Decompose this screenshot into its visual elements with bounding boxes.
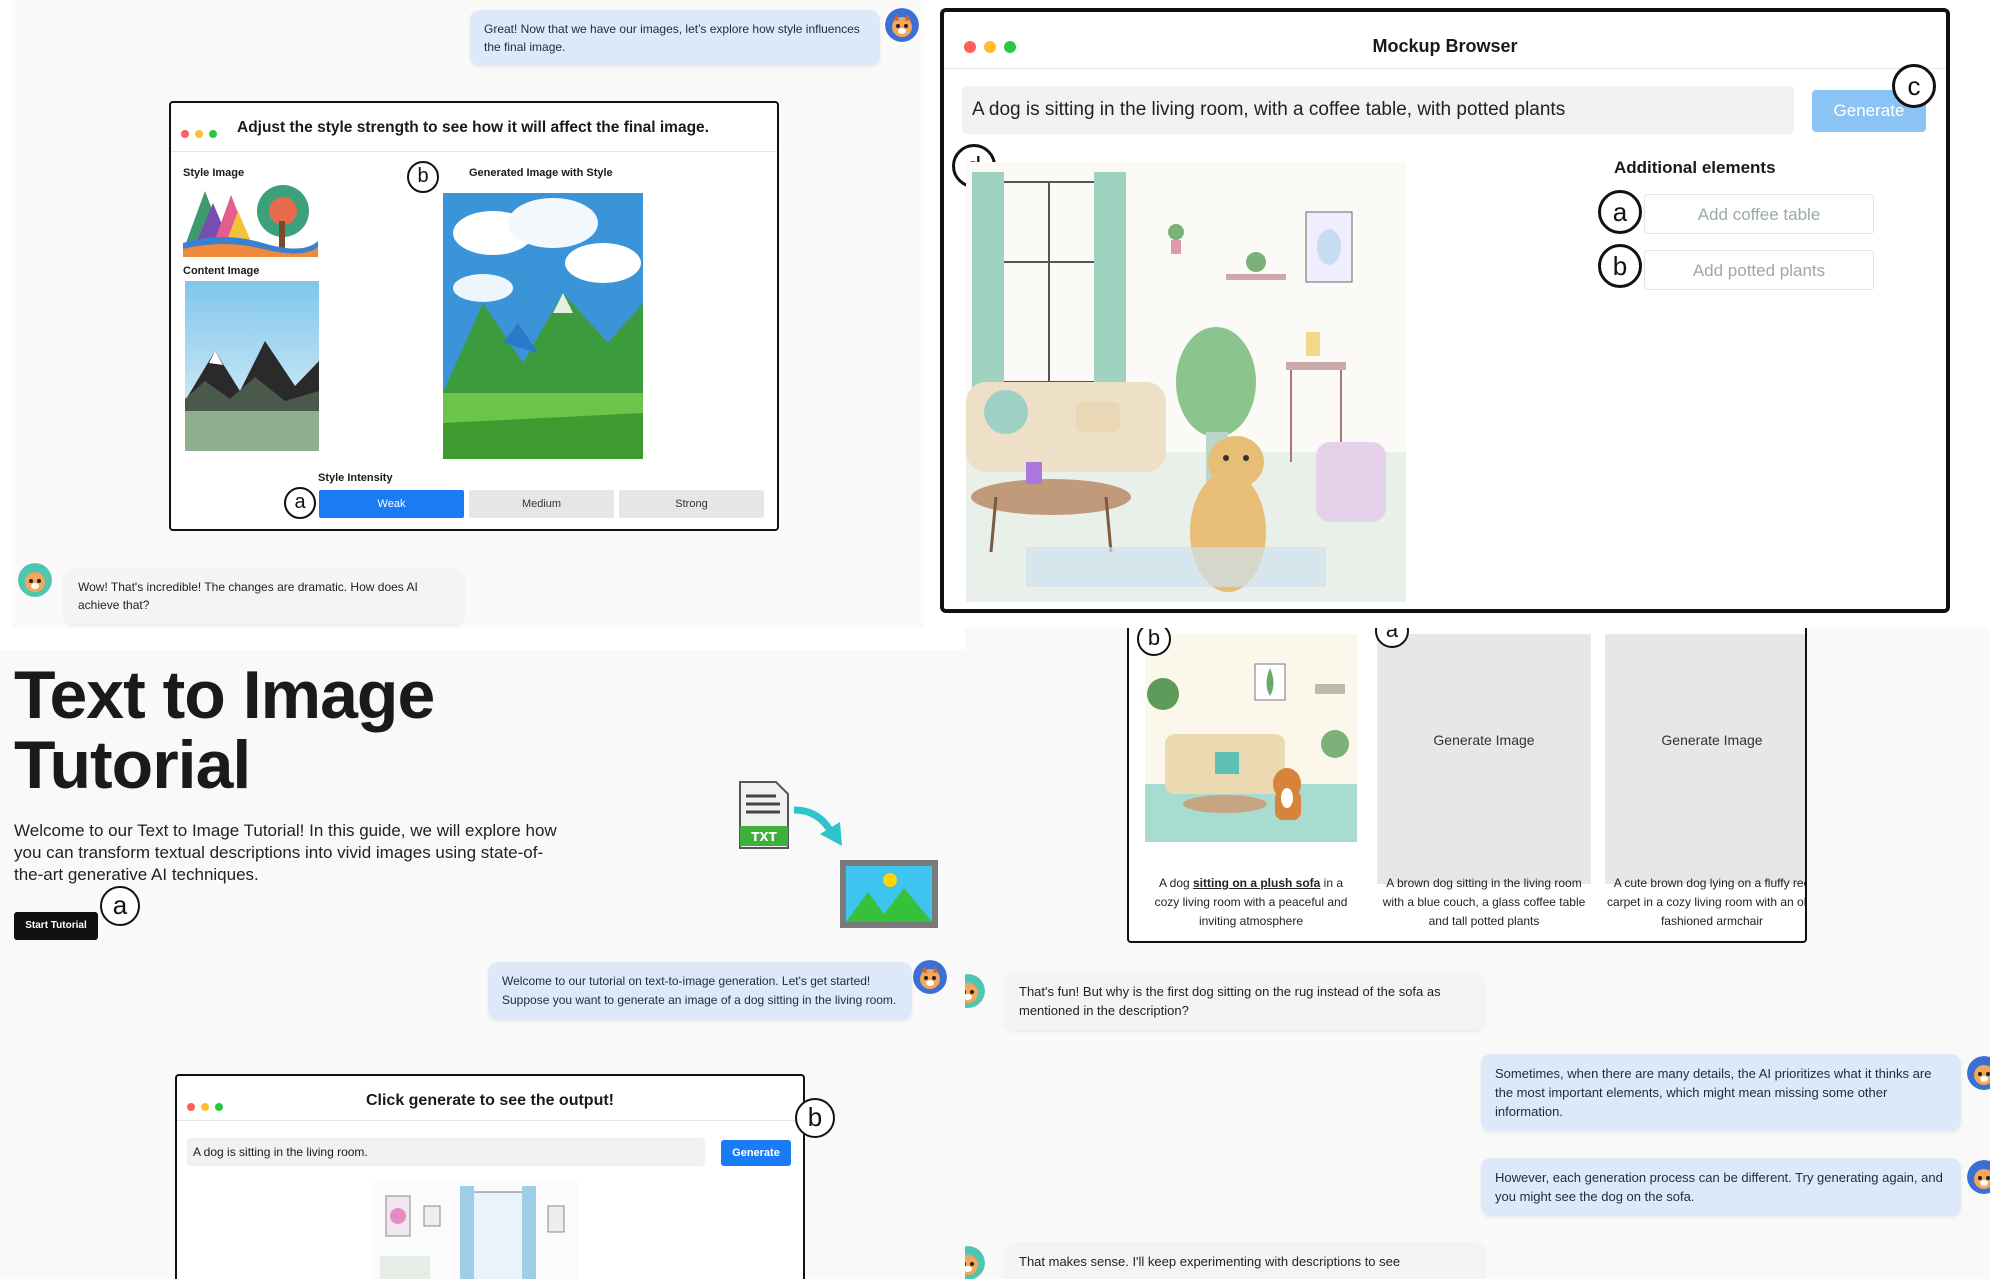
style-window: Adjust the style strength to see how it …: [169, 101, 779, 531]
caption-3: A cute brown dog lying on a fluffy red c…: [1606, 876, 1807, 928]
page-title: Text to Image Tutorial: [14, 657, 435, 803]
maximize-dot: [209, 130, 217, 138]
marker-a: a: [1598, 190, 1642, 234]
title-line-2: Tutorial: [14, 727, 251, 803]
additional-elements-title: Additional elements: [1614, 158, 1776, 177]
generated-image-label: Generated Image with Style: [469, 167, 613, 179]
assistant-message: However, each generation process can be …: [1481, 1158, 1961, 1216]
arrow-icon: [790, 800, 850, 850]
output-image: [372, 1182, 578, 1279]
window-title: Adjust the style strength to see how it …: [237, 119, 709, 136]
marker-a: a: [284, 487, 316, 519]
window-title: Mockup Browser: [1372, 36, 1518, 56]
caption-1-prefix: A dog: [1158, 876, 1193, 890]
prompt-input[interactable]: A dog is sitting in the living room.: [187, 1138, 705, 1166]
user-message: That makes sense. I'll keep experimentin…: [1005, 1242, 1485, 1279]
text-file-icon: TXT: [736, 780, 792, 850]
title-line-1: Text to Image: [14, 657, 435, 733]
generated-room-image: [966, 162, 1406, 602]
user-message: Wow! That's incredible! The changes are …: [64, 568, 464, 624]
add-potted-plants-button[interactable]: Add potted plants: [1644, 250, 1874, 290]
style-image: [183, 181, 318, 257]
generated-image: [443, 193, 643, 459]
user-avatar: [18, 563, 52, 597]
style-panel: Great! Now that we have our images, let'…: [12, 0, 924, 628]
intensity-weak-button[interactable]: Weak: [319, 490, 464, 518]
prompt-input[interactable]: A dog is sitting in the living room, wit…: [962, 86, 1794, 134]
gallery-panel: Generate Image Generate Image A dog sitt…: [965, 628, 1990, 1279]
intensity-medium-button[interactable]: Medium: [469, 490, 614, 518]
caption-1: A dog sitting on a plush sofa in a cozy …: [1145, 874, 1357, 931]
add-coffee-table-button[interactable]: Add coffee table: [1644, 194, 1874, 234]
assistant-avatar: [1967, 1056, 1990, 1090]
tutorial-panel: Text to Image Tutorial Welcome to our Te…: [0, 650, 965, 1279]
mockup-panel: Mockup Browser A dog is sitting in the l…: [932, 0, 1990, 628]
result-placeholder-3[interactable]: Generate Image: [1605, 634, 1805, 884]
txt-label: TXT: [751, 830, 777, 844]
caption-1-emphasis: sitting on a plush sofa: [1193, 876, 1321, 890]
close-dot: [181, 130, 189, 138]
start-tutorial-button[interactable]: Start Tutorial: [14, 912, 98, 940]
user-avatar: [965, 1246, 985, 1279]
caption-2: A brown dog sitting in the living room w…: [1382, 876, 1586, 928]
assistant-avatar: [913, 960, 947, 994]
assistant-avatar: [885, 8, 919, 42]
intro-text: Welcome to our Text to Image Tutorial! I…: [14, 821, 557, 884]
user-avatar: [965, 974, 985, 1008]
window-title: Click generate to see the output!: [365, 1092, 615, 1109]
assistant-message: Sometimes, when there are many details, …: [1481, 1054, 1961, 1131]
result-image-1: [1145, 634, 1357, 842]
intensity-label: Style Intensity: [318, 472, 393, 484]
user-message: That's fun! But why is the first dog sit…: [1005, 972, 1485, 1030]
gallery-window: Generate Image Generate Image A dog sitt…: [1127, 628, 1807, 943]
content-image: [185, 281, 319, 451]
placeholder-label: Generate Image: [1433, 732, 1535, 748]
assistant-message: Great! Now that we have our images, let'…: [470, 10, 880, 66]
placeholder-label: Generate Image: [1661, 732, 1763, 748]
marker-b: b: [795, 1098, 835, 1138]
picture-icon: [838, 858, 940, 930]
generate-window: Click generate to see the output! A dog …: [175, 1074, 805, 1279]
assistant-message: Welcome to our tutorial on text-to-image…: [488, 962, 912, 1020]
intensity-strong-button[interactable]: Strong: [619, 490, 764, 518]
generate-button[interactable]: Generate: [721, 1140, 791, 1166]
minimize-dot: [195, 130, 203, 138]
result-placeholder-2[interactable]: Generate Image: [1377, 634, 1591, 884]
content-image-label: Content Image: [183, 265, 260, 277]
marker-c: c: [1892, 64, 1936, 108]
style-image-label: Style Image: [183, 167, 245, 179]
marker-b: b: [407, 161, 439, 193]
marker-b: b: [1598, 244, 1642, 288]
assistant-avatar: [1967, 1160, 1990, 1194]
window-controls: [181, 125, 223, 143]
mockup-window: Mockup Browser A dog is sitting in the l…: [940, 8, 1950, 613]
marker-a: a: [100, 886, 140, 926]
